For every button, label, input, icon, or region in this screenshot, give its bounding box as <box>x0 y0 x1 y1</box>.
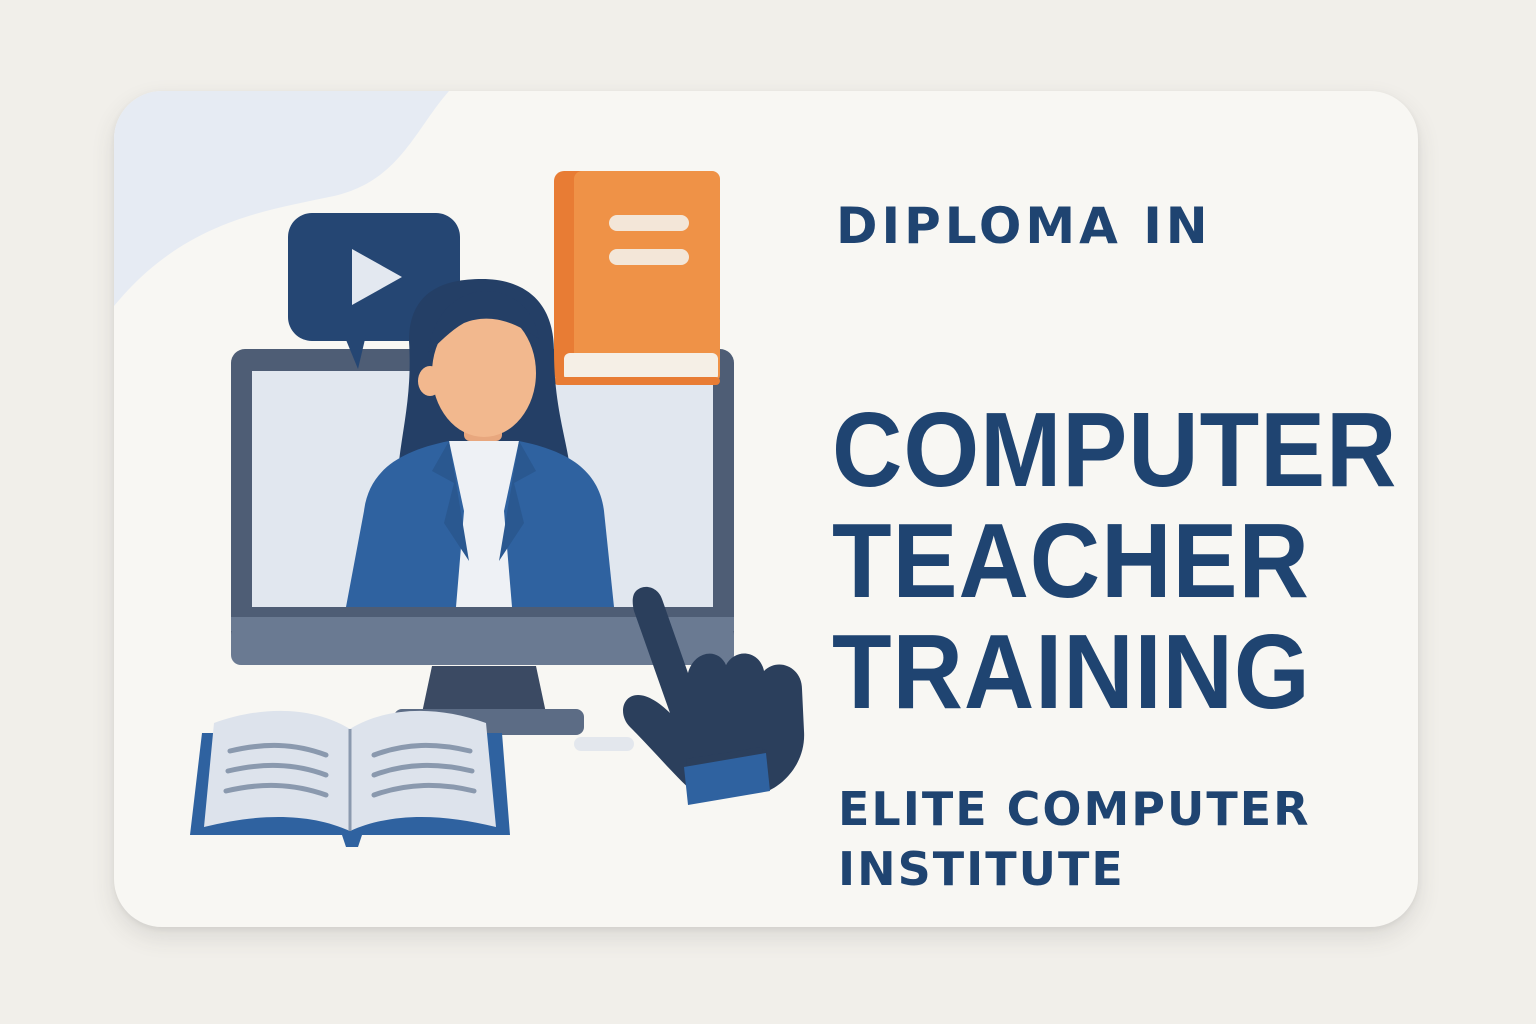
institute-line-1: ELITE COMPUTER <box>838 782 1311 836</box>
open-book-icon <box>190 710 510 847</box>
institute-name: ELITE COMPUTER INSTITUTE <box>838 779 1311 899</box>
title-line-2: TEACHER <box>832 502 1310 620</box>
course-title: COMPUTER TEACHER TRAINING <box>832 395 1397 728</box>
course-card: DIPLOMA IN COMPUTER TEACHER TRAINING ELI… <box>114 91 1418 927</box>
book-icon <box>554 171 720 385</box>
title-line-3: TRAINING <box>832 613 1311 731</box>
teacher-illustration <box>190 171 805 847</box>
institute-line-2: INSTITUTE <box>838 842 1125 896</box>
title-line-1: COMPUTER <box>832 391 1398 509</box>
diploma-kicker: DIPLOMA IN <box>836 197 1212 255</box>
page: DIPLOMA IN COMPUTER TEACHER TRAINING ELI… <box>0 0 1536 1024</box>
